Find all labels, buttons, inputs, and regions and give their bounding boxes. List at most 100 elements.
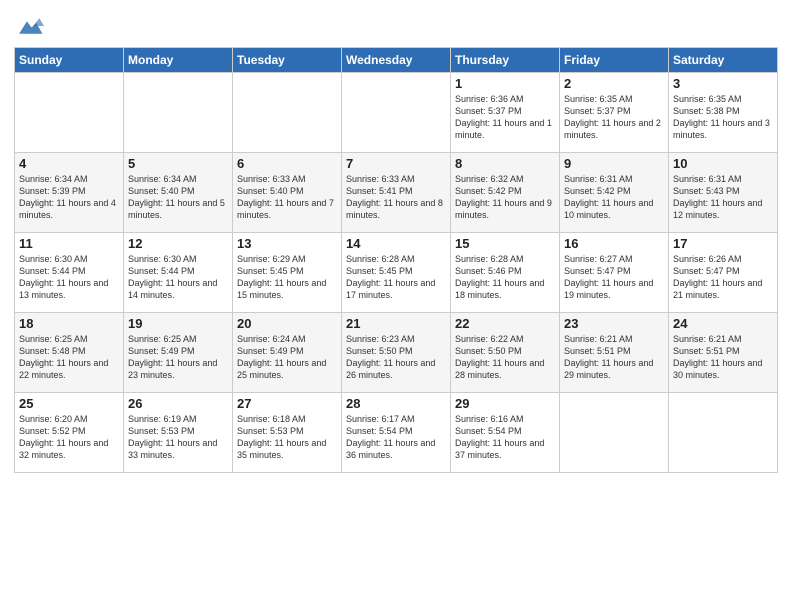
day-number: 10 bbox=[673, 156, 773, 171]
calendar-cell bbox=[669, 393, 778, 473]
day-number: 7 bbox=[346, 156, 446, 171]
day-number: 12 bbox=[128, 236, 228, 251]
calendar-cell bbox=[560, 393, 669, 473]
day-number: 13 bbox=[237, 236, 337, 251]
calendar-cell: 23 Sunrise: 6:21 AM Sunset: 5:51 PM Dayli… bbox=[560, 313, 669, 393]
calendar-cell: 16 Sunrise: 6:27 AM Sunset: 5:47 PM Dayli… bbox=[560, 233, 669, 313]
day-info: Sunrise: 6:34 AM Sunset: 5:39 PM Dayligh… bbox=[19, 173, 119, 222]
day-info: Sunrise: 6:33 AM Sunset: 5:41 PM Dayligh… bbox=[346, 173, 446, 222]
day-number: 16 bbox=[564, 236, 664, 251]
day-info: Sunrise: 6:29 AM Sunset: 5:45 PM Dayligh… bbox=[237, 253, 337, 302]
calendar-cell: 22 Sunrise: 6:22 AM Sunset: 5:50 PM Dayli… bbox=[451, 313, 560, 393]
day-number: 21 bbox=[346, 316, 446, 331]
day-number: 26 bbox=[128, 396, 228, 411]
day-info: Sunrise: 6:33 AM Sunset: 5:40 PM Dayligh… bbox=[237, 173, 337, 222]
day-info: Sunrise: 6:16 AM Sunset: 5:54 PM Dayligh… bbox=[455, 413, 555, 462]
logo bbox=[14, 14, 44, 41]
day-number: 3 bbox=[673, 76, 773, 91]
calendar-cell: 4 Sunrise: 6:34 AM Sunset: 5:39 PM Daylig… bbox=[15, 153, 124, 233]
calendar-header: SundayMondayTuesdayWednesdayThursdayFrid… bbox=[15, 48, 778, 73]
day-info: Sunrise: 6:20 AM Sunset: 5:52 PM Dayligh… bbox=[19, 413, 119, 462]
day-info: Sunrise: 6:22 AM Sunset: 5:50 PM Dayligh… bbox=[455, 333, 555, 382]
logo-text bbox=[14, 14, 44, 45]
day-number: 24 bbox=[673, 316, 773, 331]
calendar-cell: 1 Sunrise: 6:36 AM Sunset: 5:37 PM Daylig… bbox=[451, 73, 560, 153]
day-info: Sunrise: 6:21 AM Sunset: 5:51 PM Dayligh… bbox=[564, 333, 664, 382]
calendar-cell: 14 Sunrise: 6:28 AM Sunset: 5:45 PM Dayli… bbox=[342, 233, 451, 313]
day-number: 22 bbox=[455, 316, 555, 331]
day-number: 11 bbox=[19, 236, 119, 251]
day-number: 15 bbox=[455, 236, 555, 251]
day-info: Sunrise: 6:19 AM Sunset: 5:53 PM Dayligh… bbox=[128, 413, 228, 462]
calendar-cell: 24 Sunrise: 6:21 AM Sunset: 5:51 PM Dayli… bbox=[669, 313, 778, 393]
day-info: Sunrise: 6:24 AM Sunset: 5:49 PM Dayligh… bbox=[237, 333, 337, 382]
day-number: 9 bbox=[564, 156, 664, 171]
day-info: Sunrise: 6:30 AM Sunset: 5:44 PM Dayligh… bbox=[128, 253, 228, 302]
day-info: Sunrise: 6:30 AM Sunset: 5:44 PM Dayligh… bbox=[19, 253, 119, 302]
calendar-cell: 13 Sunrise: 6:29 AM Sunset: 5:45 PM Dayli… bbox=[233, 233, 342, 313]
day-number: 6 bbox=[237, 156, 337, 171]
day-number: 18 bbox=[19, 316, 119, 331]
calendar-cell: 10 Sunrise: 6:31 AM Sunset: 5:43 PM Dayli… bbox=[669, 153, 778, 233]
day-number: 2 bbox=[564, 76, 664, 91]
day-info: Sunrise: 6:35 AM Sunset: 5:38 PM Dayligh… bbox=[673, 93, 773, 142]
day-number: 25 bbox=[19, 396, 119, 411]
calendar-cell: 29 Sunrise: 6:16 AM Sunset: 5:54 PM Dayli… bbox=[451, 393, 560, 473]
day-number: 20 bbox=[237, 316, 337, 331]
calendar-cell: 27 Sunrise: 6:18 AM Sunset: 5:53 PM Dayli… bbox=[233, 393, 342, 473]
calendar-cell: 28Sunrise: 6:17 AM Sunset: 5:54 PM Dayli… bbox=[342, 393, 451, 473]
day-number: 1 bbox=[455, 76, 555, 91]
day-info: Sunrise: 6:25 AM Sunset: 5:49 PM Dayligh… bbox=[128, 333, 228, 382]
day-info: Sunrise: 6:18 AM Sunset: 5:53 PM Dayligh… bbox=[237, 413, 337, 462]
weekday-header: Monday bbox=[124, 48, 233, 73]
calendar-cell bbox=[15, 73, 124, 153]
calendar-cell: 12 Sunrise: 6:30 AM Sunset: 5:44 PM Dayli… bbox=[124, 233, 233, 313]
calendar-cell: 6 Sunrise: 6:33 AM Sunset: 5:40 PM Daylig… bbox=[233, 153, 342, 233]
calendar-cell: 18 Sunrise: 6:25 AM Sunset: 5:48 PM Dayli… bbox=[15, 313, 124, 393]
weekday-header: Saturday bbox=[669, 48, 778, 73]
day-number: 8 bbox=[455, 156, 555, 171]
weekday-header: Thursday bbox=[451, 48, 560, 73]
day-number: 14 bbox=[346, 236, 446, 251]
calendar-cell: 17 Sunrise: 6:26 AM Sunset: 5:47 PM Dayli… bbox=[669, 233, 778, 313]
day-number: 17 bbox=[673, 236, 773, 251]
weekday-header: Wednesday bbox=[342, 48, 451, 73]
calendar-cell: 3 Sunrise: 6:35 AM Sunset: 5:38 PM Daylig… bbox=[669, 73, 778, 153]
calendar-cell: 19 Sunrise: 6:25 AM Sunset: 5:49 PM Dayli… bbox=[124, 313, 233, 393]
day-info: Sunrise: 6:28 AM Sunset: 5:46 PM Dayligh… bbox=[455, 253, 555, 302]
calendar-cell: 7 Sunrise: 6:33 AM Sunset: 5:41 PM Daylig… bbox=[342, 153, 451, 233]
calendar-cell: 9Sunrise: 6:31 AM Sunset: 5:42 PM Daylig… bbox=[560, 153, 669, 233]
calendar-cell: 11 Sunrise: 6:30 AM Sunset: 5:44 PM Dayli… bbox=[15, 233, 124, 313]
day-info: Sunrise: 6:21 AM Sunset: 5:51 PM Dayligh… bbox=[673, 333, 773, 382]
calendar-cell bbox=[124, 73, 233, 153]
page-container: SundayMondayTuesdayWednesdayThursdayFrid… bbox=[0, 0, 792, 483]
calendar-cell bbox=[233, 73, 342, 153]
weekday-header: Sunday bbox=[15, 48, 124, 73]
day-info: Sunrise: 6:31 AM Sunset: 5:43 PM Dayligh… bbox=[673, 173, 773, 222]
calendar-table: SundayMondayTuesdayWednesdayThursdayFrid… bbox=[14, 47, 778, 473]
calendar-cell: 15 Sunrise: 6:28 AM Sunset: 5:46 PM Dayli… bbox=[451, 233, 560, 313]
day-number: 5 bbox=[128, 156, 228, 171]
day-info: Sunrise: 6:17 AM Sunset: 5:54 PM Dayligh… bbox=[346, 413, 446, 462]
day-info: Sunrise: 6:27 AM Sunset: 5:47 PM Dayligh… bbox=[564, 253, 664, 302]
day-info: Sunrise: 6:26 AM Sunset: 5:47 PM Dayligh… bbox=[673, 253, 773, 302]
calendar-body: 1 Sunrise: 6:36 AM Sunset: 5:37 PM Daylig… bbox=[15, 73, 778, 473]
day-info: Sunrise: 6:28 AM Sunset: 5:45 PM Dayligh… bbox=[346, 253, 446, 302]
day-info: Sunrise: 6:36 AM Sunset: 5:37 PM Dayligh… bbox=[455, 93, 555, 142]
weekday-header: Tuesday bbox=[233, 48, 342, 73]
calendar-cell: 26 Sunrise: 6:19 AM Sunset: 5:53 PM Dayli… bbox=[124, 393, 233, 473]
calendar-cell: 21Sunrise: 6:23 AM Sunset: 5:50 PM Dayli… bbox=[342, 313, 451, 393]
logo-icon bbox=[16, 12, 44, 40]
calendar-cell: 8Sunrise: 6:32 AM Sunset: 5:42 PM Daylig… bbox=[451, 153, 560, 233]
day-number: 29 bbox=[455, 396, 555, 411]
page-header bbox=[14, 10, 778, 41]
calendar-cell: 25 Sunrise: 6:20 AM Sunset: 5:52 PM Dayli… bbox=[15, 393, 124, 473]
day-number: 23 bbox=[564, 316, 664, 331]
calendar-cell: 5Sunrise: 6:34 AM Sunset: 5:40 PM Daylig… bbox=[124, 153, 233, 233]
day-number: 27 bbox=[237, 396, 337, 411]
day-info: Sunrise: 6:35 AM Sunset: 5:37 PM Dayligh… bbox=[564, 93, 664, 142]
day-number: 4 bbox=[19, 156, 119, 171]
day-number: 19 bbox=[128, 316, 228, 331]
day-info: Sunrise: 6:25 AM Sunset: 5:48 PM Dayligh… bbox=[19, 333, 119, 382]
weekday-header: Friday bbox=[560, 48, 669, 73]
